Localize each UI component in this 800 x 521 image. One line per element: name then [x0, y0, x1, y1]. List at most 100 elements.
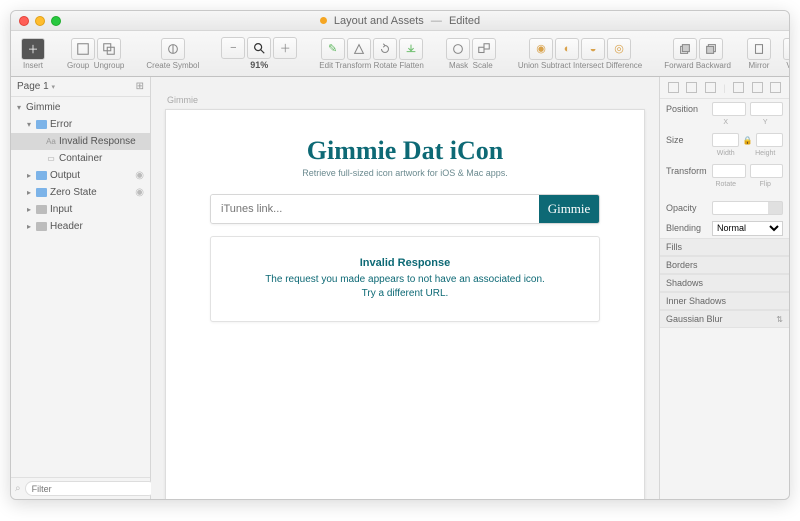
- mirror-label: Mirror: [749, 61, 770, 70]
- align-right-icon[interactable]: [705, 82, 716, 93]
- folder-icon: [36, 188, 47, 197]
- error-message-box: Invalid Response The request you made ap…: [210, 236, 600, 322]
- opacity-slider[interactable]: [712, 201, 783, 215]
- blending-select[interactable]: Normal: [712, 221, 783, 236]
- flip-field[interactable]: [750, 164, 784, 178]
- union-button[interactable]: ◉: [529, 38, 553, 60]
- zoom-icon[interactable]: [51, 16, 61, 26]
- layer-input[interactable]: ▸Input: [11, 201, 150, 218]
- layer-invalid-response[interactable]: AaInvalid Response: [11, 133, 150, 150]
- view-label: View: [786, 61, 790, 70]
- gaussian-blur-section[interactable]: Gaussian Blur⇅: [660, 310, 789, 328]
- layer-output[interactable]: ▸Output◉: [11, 167, 150, 184]
- layer-error[interactable]: ▾Error: [11, 116, 150, 133]
- visibility-icon[interactable]: ◉: [135, 170, 144, 181]
- inner-shadows-section[interactable]: Inner Shadows: [660, 292, 789, 310]
- shape-layer-icon: ▭: [46, 154, 56, 163]
- gimmie-button[interactable]: Gimmie: [539, 195, 599, 223]
- zoom-value: 91%: [250, 60, 268, 70]
- create-symbol-button[interactable]: [161, 38, 185, 60]
- group-button[interactable]: [71, 38, 95, 60]
- traffic-lights: [19, 16, 61, 26]
- search-row: Gimmie: [210, 194, 600, 224]
- filter-bar: ⌕ ✎0: [11, 477, 150, 499]
- add-page-icon[interactable]: ⊞: [136, 81, 144, 92]
- document-title: Layout and Assets: [334, 15, 424, 27]
- rotate-field[interactable]: [712, 164, 746, 178]
- ungroup-button[interactable]: [97, 38, 121, 60]
- align-left-icon[interactable]: [668, 82, 679, 93]
- position-y-field[interactable]: [750, 102, 784, 116]
- edited-label: Edited: [449, 15, 480, 27]
- width-field[interactable]: [712, 133, 739, 147]
- text-layer-icon: Aa: [46, 137, 56, 146]
- app-title: Gimmie Dat iCon: [307, 136, 503, 166]
- transform-button[interactable]: [347, 38, 371, 60]
- zoom-out-button[interactable]: −: [221, 37, 245, 59]
- view-button[interactable]: [783, 38, 790, 60]
- error-line-2: Try a different URL.: [362, 288, 449, 299]
- transform-label: Transform: [666, 166, 708, 176]
- layers-panel: Page 1 ▾ ⊞ ▾Gimmie ▾Error AaInvalid Resp…: [11, 77, 151, 499]
- minimize-icon[interactable]: [35, 16, 45, 26]
- page-name: Page 1: [17, 81, 49, 92]
- filter-input[interactable]: [25, 481, 156, 496]
- lock-icon[interactable]: 🔒: [743, 136, 753, 145]
- flatten-button[interactable]: [399, 38, 423, 60]
- align-bottom-icon[interactable]: [770, 82, 781, 93]
- itunes-link-input[interactable]: [211, 195, 539, 223]
- document-icon: [320, 17, 327, 24]
- group-label: Group: [67, 61, 89, 70]
- visibility-icon[interactable]: ◉: [135, 187, 144, 198]
- position-x-field[interactable]: [712, 102, 746, 116]
- difference-button[interactable]: ◎: [607, 38, 631, 60]
- shadows-section[interactable]: Shadows: [660, 274, 789, 292]
- layer-zero-state[interactable]: ▸Zero State◉: [11, 184, 150, 201]
- error-title: Invalid Response: [221, 257, 589, 269]
- create-symbol-label: Create Symbol: [146, 61, 199, 70]
- folder-icon: [36, 171, 47, 180]
- backward-button[interactable]: [699, 38, 723, 60]
- zoom-reset-button[interactable]: [247, 37, 271, 59]
- close-icon[interactable]: [19, 16, 29, 26]
- zoom-in-button[interactable]: ＋: [273, 37, 297, 59]
- error-line-1: The request you made appears to not have…: [265, 274, 545, 285]
- align-center-icon[interactable]: [686, 82, 697, 93]
- insert-button[interactable]: ＋: [21, 38, 45, 60]
- layer-gimmie[interactable]: ▾Gimmie: [11, 99, 150, 116]
- subtract-button[interactable]: ◐: [555, 38, 579, 60]
- artboard[interactable]: Gimmie Dat iCon Retrieve full-sized icon…: [165, 109, 645, 499]
- folder-icon: [36, 120, 47, 129]
- forward-button[interactable]: [673, 38, 697, 60]
- mirror-button[interactable]: [747, 38, 771, 60]
- borders-section[interactable]: Borders: [660, 256, 789, 274]
- inspector-panel: | Position XY Size🔒 WidthHeight Transfor…: [659, 77, 789, 499]
- app-subtitle: Retrieve full-sized icon artwork for iOS…: [302, 168, 508, 178]
- layer-tree: ▾Gimmie ▾Error AaInvalid Response ▭Conta…: [11, 97, 150, 477]
- mask-button[interactable]: [446, 38, 470, 60]
- fills-section[interactable]: Fills: [660, 238, 789, 256]
- layer-container[interactable]: ▭Container: [11, 150, 150, 167]
- align-middle-icon[interactable]: [752, 82, 763, 93]
- insert-label: Insert: [23, 61, 43, 70]
- alignment-row: |: [660, 77, 789, 99]
- height-field[interactable]: [756, 133, 783, 147]
- intersect-button[interactable]: ◒: [581, 38, 605, 60]
- folder-icon: [36, 222, 47, 231]
- scale-button[interactable]: [472, 38, 496, 60]
- rotate-button[interactable]: [373, 38, 397, 60]
- edit-button[interactable]: ✎: [321, 38, 345, 60]
- pages-header[interactable]: Page 1 ▾ ⊞: [11, 77, 150, 97]
- canvas[interactable]: Gimmie Gimmie Dat iCon Retrieve full-siz…: [151, 77, 659, 499]
- blending-label: Blending: [666, 223, 708, 233]
- search-icon: ⌕: [15, 483, 21, 494]
- align-top-icon[interactable]: [733, 82, 744, 93]
- artboard-name[interactable]: Gimmie: [167, 95, 645, 105]
- size-label: Size: [666, 135, 708, 145]
- toolbar: ＋ Insert Group Ungroup Create Symbol − ＋…: [11, 31, 789, 77]
- layer-header[interactable]: ▸Header: [11, 218, 150, 235]
- chevron-icon[interactable]: ⇅: [776, 315, 783, 324]
- window-title: Layout and Assets — Edited: [11, 15, 789, 27]
- titlebar: Layout and Assets — Edited: [11, 11, 789, 31]
- ungroup-label: Ungroup: [94, 61, 125, 70]
